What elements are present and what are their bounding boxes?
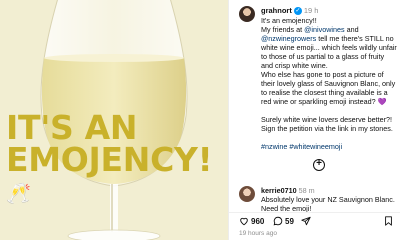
avatar[interactable] (239, 6, 255, 22)
caption-text: My friends at (261, 25, 305, 34)
caption-line: It's an emojency!! (261, 16, 317, 25)
comment-text: Absolutely love your NZ Sauvignon Blanc. (261, 195, 395, 204)
share-icon (301, 216, 311, 226)
wine-glass-emoji: 🥂 (6, 180, 31, 205)
username-link[interactable]: grahnort (261, 6, 292, 15)
post-header: grahnort ✓ 19 h (261, 6, 319, 16)
caption-line: @nzwinegrowers tell me there's STILL no … (261, 34, 397, 70)
post-image[interactable]: IT'S AN EMOJENCY!🥂 (0, 0, 228, 240)
post-details-panel: grahnort ✓ 19 h It's an emojency!! My frie… (228, 0, 400, 240)
caption-gap (261, 106, 397, 115)
caption-line: Who else has gone to post a picture of t… (261, 70, 397, 106)
comment-item: kerrie0710 58 m Absolutely love your NZ … (261, 186, 397, 213)
comment-count: 59 (285, 216, 294, 226)
post-timestamp: 19 hours ago (239, 230, 277, 237)
bookmark-icon (385, 216, 392, 226)
hashtags[interactable]: #nzwine #whitewineemoji (261, 142, 397, 151)
caption-text: and (344, 25, 359, 34)
share-button[interactable] (301, 216, 311, 226)
mention-link[interactable]: @nzwinegrowers (261, 34, 316, 43)
like-count: 960 (251, 216, 265, 226)
image-headline: IT'S AN EMOJENCY!🥂 (6, 111, 228, 209)
comment-username[interactable]: kerrie0710 (261, 186, 297, 195)
like-button[interactable]: 960 (239, 216, 264, 226)
caption-gap (261, 133, 397, 142)
post-age: 19 h (303, 6, 319, 15)
comment-age: 58 m (298, 186, 315, 195)
verified-icon: ✓ (293, 7, 302, 16)
heart-icon (240, 217, 248, 226)
headline-line-2: EMOJENCY!🥂 (6, 143, 228, 209)
caption-line: Surely white wine lovers deserve better?… (261, 115, 393, 133)
comment-avatar[interactable] (239, 186, 255, 202)
action-bar: 960 59 (229, 212, 400, 228)
headline-text: EMOJENCY! (6, 140, 213, 180)
save-button[interactable] (384, 216, 393, 226)
plus-circle-icon[interactable]: + (313, 159, 325, 171)
caption-line: My friends at @inivowines and (261, 25, 397, 34)
comment-button[interactable]: 59 (273, 216, 294, 226)
comment-icon (273, 216, 283, 226)
post-caption: It's an emojency!! My friends at @inivow… (261, 16, 397, 151)
mention-link[interactable]: @inivowines (304, 25, 344, 34)
caption-text: Who else has gone to post a picture of t… (261, 70, 396, 106)
comment-header: kerrie0710 58 m (261, 186, 397, 195)
purple-heart-emoji: 💜 (377, 97, 387, 106)
